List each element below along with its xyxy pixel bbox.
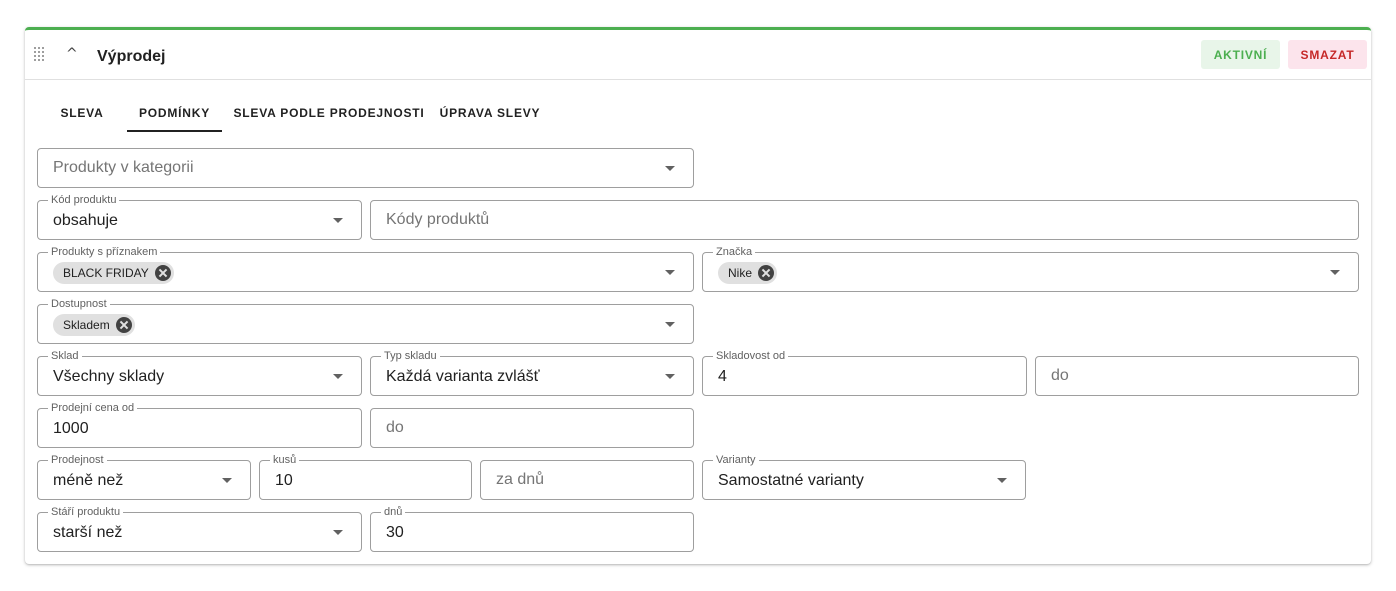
delete-button[interactable]: SMAZAT (1288, 40, 1367, 69)
chip-nike: Nike (718, 262, 778, 284)
warehouse-type-label: Typ skladu (381, 350, 440, 362)
tab-uprava-slevy[interactable]: ÚPRAVA SLEVY (435, 94, 545, 132)
drag-handle-icon[interactable] (34, 47, 44, 61)
caret-down-icon (665, 270, 675, 275)
chip-remove-icon[interactable] (154, 265, 171, 281)
variants-label: Varianty (713, 454, 759, 466)
caret-down-icon (222, 478, 232, 483)
warehouse-type-value: Každá varianta zvlášť (386, 368, 540, 385)
product-age-select[interactable]: Stáří produktu starší než (37, 506, 362, 552)
variants-select[interactable]: Varianty Samostatné varianty (702, 454, 1026, 500)
price-from-value: 1000 (53, 420, 89, 437)
chevron-up-icon[interactable]: ^ (66, 46, 78, 62)
card-header: ^ Výprodej AKTIVNÍ SMAZAT (25, 30, 1371, 80)
caret-down-icon (333, 218, 343, 223)
chip-remove-icon[interactable] (758, 265, 775, 281)
card-title: Výprodej (97, 48, 166, 65)
pieces-value: 10 (275, 472, 293, 489)
caret-down-icon (997, 478, 1007, 483)
days-window-placeholder: za dnů (496, 471, 545, 488)
price-to-placeholder: do (386, 419, 404, 436)
stock-from-value: 4 (718, 368, 727, 385)
caret-down-icon (665, 374, 675, 379)
stock-from-input[interactable]: Skladovost od 4 (702, 350, 1027, 396)
category-select[interactable]: Produkty v kategorii (37, 148, 694, 188)
pieces-input[interactable]: kusů 10 (259, 454, 472, 500)
product-codes-placeholder: Kódy produktů (386, 211, 490, 228)
brand-select[interactable]: Značka Nike (702, 246, 1359, 292)
pieces-label: kusů (270, 454, 300, 466)
product-code-select[interactable]: Kód produktu obsahuje (37, 194, 362, 240)
brand-label: Značka (713, 246, 756, 258)
stock-to-input[interactable]: do (1035, 356, 1359, 396)
discount-card: ^ Výprodej AKTIVNÍ SMAZAT SLEVA PODMÍNKY… (25, 27, 1371, 564)
availability-select[interactable]: Dostupnost Skladem (37, 298, 694, 344)
age-days-label: dnů (381, 506, 406, 518)
warehouse-select[interactable]: Sklad Všechny sklady (37, 350, 362, 396)
caret-down-icon (333, 530, 343, 535)
variants-value: Samostatné varianty (718, 472, 864, 489)
sales-select[interactable]: Prodejnost méně než (37, 454, 251, 500)
chip-black-friday: BLACK FRIDAY (53, 262, 174, 284)
product-age-value: starší než (53, 524, 123, 541)
flagged-products-select[interactable]: Produkty s příznakem BLACK FRIDAY (37, 246, 694, 292)
tab-sleva-podle-prodejnosti[interactable]: SLEVA PODLE PRODEJNOSTI (229, 94, 429, 132)
days-window-input[interactable]: za dnů (480, 460, 694, 500)
product-code-value: obsahuje (53, 212, 118, 229)
chip-label: Skladem (63, 318, 110, 332)
warehouse-type-select[interactable]: Typ skladu Každá varianta zvlášť (370, 350, 694, 396)
tab-sleva[interactable]: SLEVA (49, 94, 115, 132)
sales-value: méně než (53, 472, 124, 489)
sales-label: Prodejnost (48, 454, 107, 466)
flagged-products-label: Produkty s příznakem (48, 246, 161, 258)
product-code-label: Kód produktu (48, 194, 120, 206)
product-codes-input[interactable]: Kódy produktů (370, 200, 1359, 240)
caret-down-icon (1330, 270, 1340, 275)
warehouse-label: Sklad (48, 350, 82, 362)
availability-label: Dostupnost (48, 298, 110, 310)
chip-label: Nike (728, 266, 753, 280)
product-age-label: Stáří produktu (48, 506, 124, 518)
age-days-value: 30 (386, 524, 404, 541)
chip-skladem: Skladem (53, 314, 135, 336)
stock-from-label: Skladovost od (713, 350, 789, 362)
warehouse-value: Všechny sklady (53, 368, 165, 385)
caret-down-icon (333, 374, 343, 379)
age-days-input[interactable]: dnů 30 (370, 506, 694, 552)
price-from-input[interactable]: Prodejní cena od 1000 (37, 402, 362, 448)
chip-remove-icon[interactable] (115, 317, 132, 333)
stock-to-placeholder: do (1051, 367, 1069, 384)
caret-down-icon (665, 166, 675, 171)
tab-bar: SLEVA PODMÍNKY SLEVA PODLE PRODEJNOSTI Ú… (25, 94, 1371, 132)
category-placeholder: Produkty v kategorii (53, 159, 194, 176)
chip-label: BLACK FRIDAY (63, 266, 149, 280)
active-button[interactable]: AKTIVNÍ (1201, 40, 1280, 69)
price-to-input[interactable]: do (370, 408, 694, 448)
tab-podminky[interactable]: PODMÍNKY (127, 94, 222, 132)
caret-down-icon (665, 322, 675, 327)
price-from-label: Prodejní cena od (48, 402, 138, 414)
